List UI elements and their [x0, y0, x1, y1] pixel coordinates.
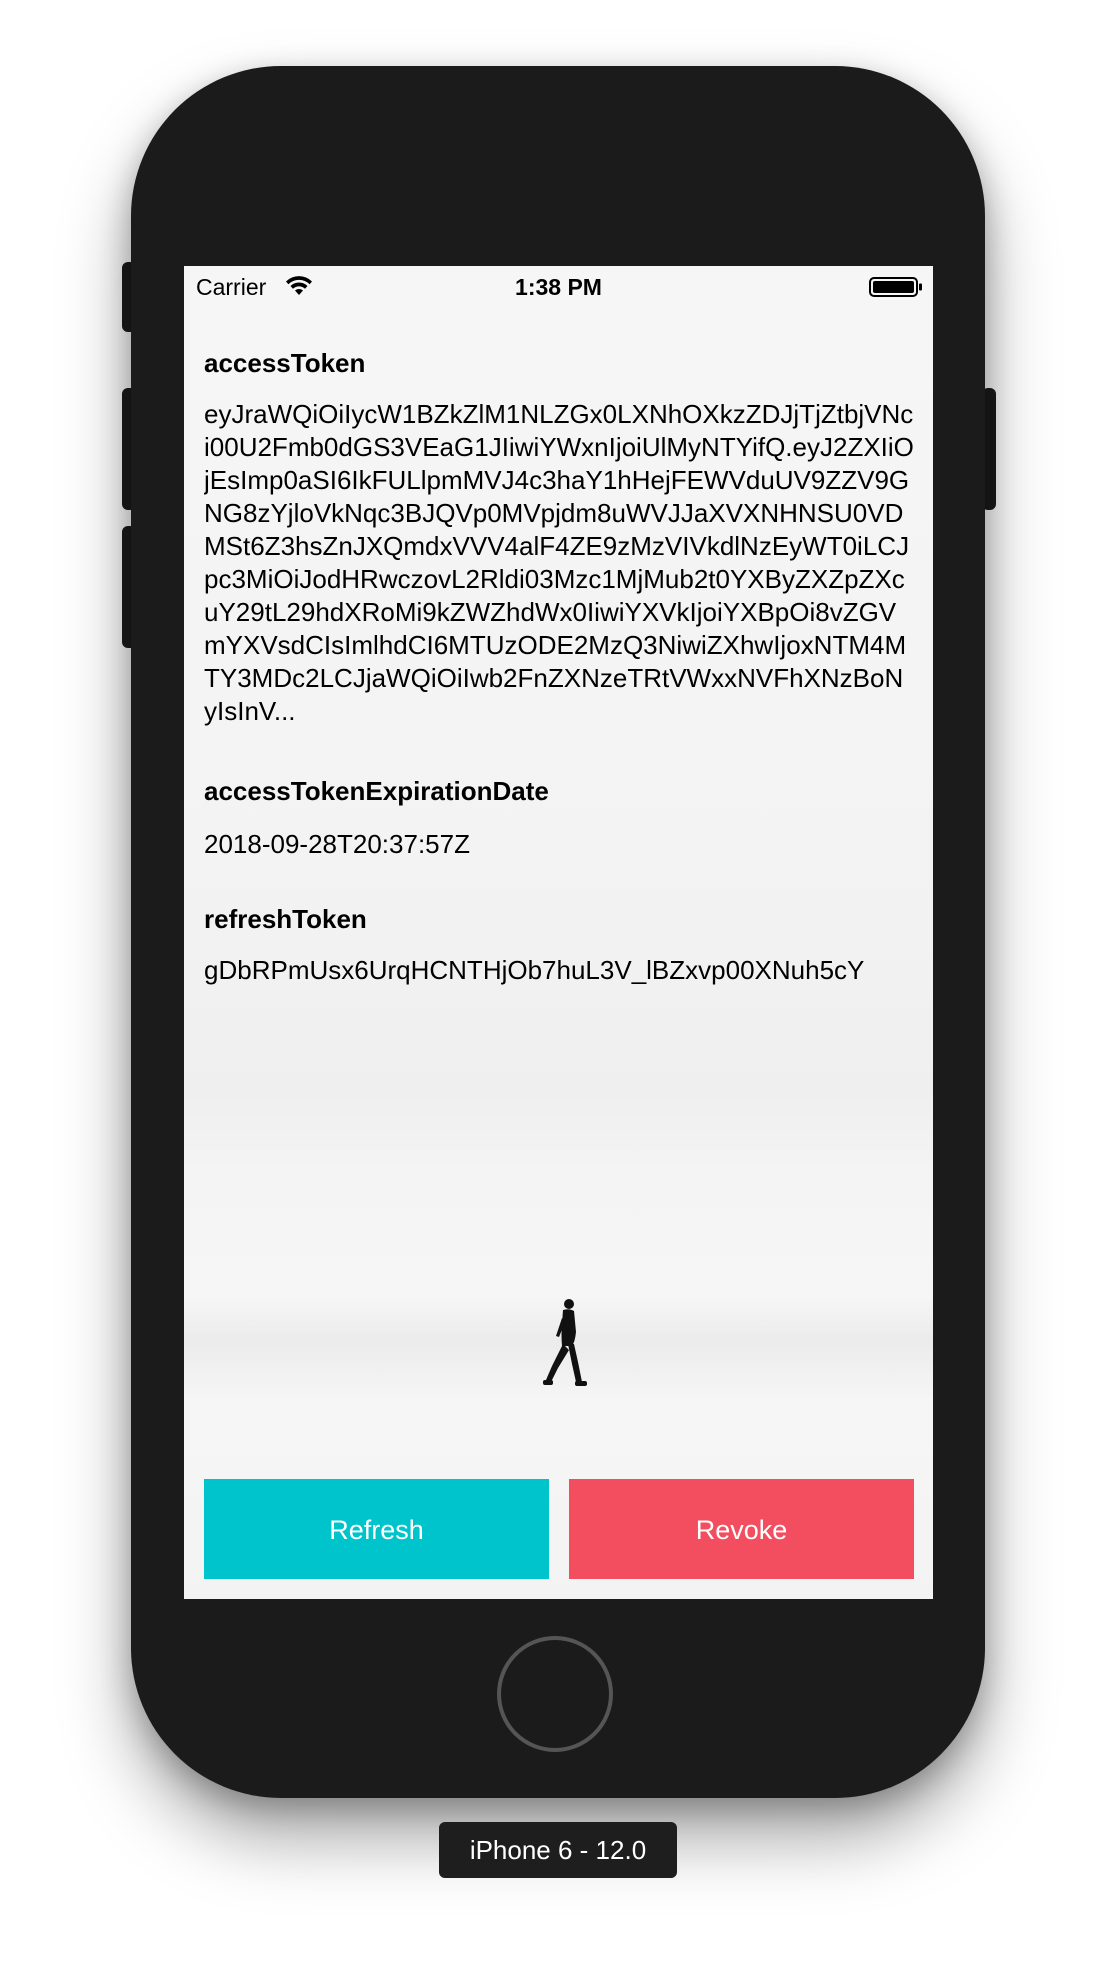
expiration-section: accessTokenExpirationDate 2018-09-28T20:… — [204, 774, 914, 861]
refresh-token-value: gDbRPmUsx6UrqHCNTHjOb7huL3V_lBZxvp00XNuh… — [204, 955, 865, 985]
simulator-label: iPhone 6 - 12.0 — [439, 1822, 677, 1878]
device-screen: Carrier 1:38 PM accessToken eyJraWQiOiIy… — [184, 266, 933, 1599]
simulator-stage: Carrier 1:38 PM accessToken eyJraWQiOiIy… — [0, 0, 1118, 1962]
expiration-label: accessTokenExpirationDate — [204, 776, 549, 806]
walking-person-image — [543, 1299, 587, 1386]
expiration-value: 2018-09-28T20:37:57Z — [204, 829, 470, 859]
refresh-token-label: refreshToken — [204, 904, 367, 934]
refresh-button[interactable]: Refresh — [204, 1479, 549, 1579]
access-token-section: accessToken eyJraWQiOiIycW1BZkZlM1NLZGx0… — [204, 346, 914, 728]
status-time: 1:38 PM — [515, 274, 602, 300]
access-token-value: eyJraWQiOiIycW1BZkZlM1NLZGx0LXNhOXkzZDJj… — [204, 399, 914, 726]
revoke-button[interactable]: Revoke — [569, 1479, 914, 1579]
access-token-label: accessToken — [204, 348, 366, 378]
refresh-token-section: refreshToken gDbRPmUsx6UrqHCNTHjOb7huL3V… — [204, 902, 914, 987]
status-bar: Carrier 1:38 PM — [184, 266, 933, 308]
home-button[interactable] — [497, 1636, 613, 1752]
battery-icon — [869, 277, 922, 297]
